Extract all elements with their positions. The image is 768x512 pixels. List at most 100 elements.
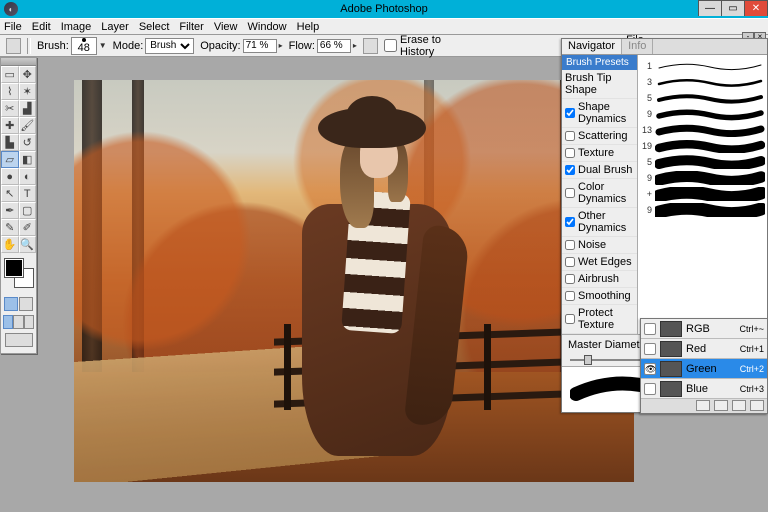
brush-preset-row[interactable]: 9 <box>640 106 765 122</box>
menu-bar: File Edit Image Layer Select Filter View… <box>0 18 768 35</box>
eyedropper-tool[interactable]: ✐ <box>19 219 37 236</box>
menu-select[interactable]: Select <box>139 21 170 33</box>
brush-preset-row[interactable]: 5 <box>640 154 765 170</box>
delete-channel-icon[interactable] <box>750 400 764 411</box>
screen-full-menu-icon[interactable] <box>13 315 23 329</box>
brush-preview-list[interactable]: 1359131959+9 <box>638 55 767 334</box>
tool-preset-icon[interactable] <box>6 38 21 54</box>
document-canvas[interactable] <box>74 80 634 482</box>
screen-standard-icon[interactable] <box>3 315 13 329</box>
channel-green[interactable]: 👁GreenCtrl+2 <box>641 359 767 379</box>
new-channel-icon[interactable] <box>732 400 746 411</box>
erase-history-checkbox[interactable] <box>384 39 397 52</box>
menu-help[interactable]: Help <box>297 21 320 33</box>
menu-window[interactable]: Window <box>248 21 287 33</box>
stamp-tool[interactable]: ▙ <box>1 134 19 151</box>
maximize-button[interactable]: ▭ <box>721 0 745 16</box>
visibility-icon[interactable] <box>644 383 656 395</box>
brush-option-smoothing[interactable]: Smoothing <box>562 288 637 305</box>
channel-thumb <box>660 361 682 377</box>
wand-tool[interactable]: ✶ <box>19 83 37 100</box>
brush-option-color-dynamics[interactable]: Color Dynamics <box>562 179 637 208</box>
zoom-tool[interactable]: 🔍 <box>19 236 37 253</box>
brush-settings-list: Brush Presets Brush Tip Shape Shape Dyna… <box>562 55 638 334</box>
toolbox-grip[interactable] <box>1 58 36 66</box>
blur-tool[interactable]: ● <box>1 168 19 185</box>
slice-tool[interactable]: ▟ <box>19 100 37 117</box>
master-diameter-label: Master Diameter <box>568 339 649 351</box>
channel-rgb[interactable]: RGBCtrl+~ <box>641 319 767 339</box>
visibility-icon[interactable] <box>644 343 656 355</box>
tab-navigator[interactable]: Navigator <box>562 39 622 54</box>
brush-option-protect-texture[interactable]: Protect Texture <box>562 305 637 334</box>
brush-option-shape-dynamics[interactable]: Shape Dynamics <box>562 99 637 128</box>
chevron-right-icon[interactable]: ▸ <box>279 41 283 50</box>
gradient-tool[interactable]: ◧ <box>19 151 37 168</box>
menu-filter[interactable]: Filter <box>179 21 203 33</box>
move-tool[interactable]: ✥ <box>19 66 37 83</box>
brush-option-texture[interactable]: Texture <box>562 145 637 162</box>
pen-tool[interactable]: ✒ <box>1 202 19 219</box>
minimize-button[interactable]: — <box>698 0 722 16</box>
brush-preset-row[interactable]: + <box>640 186 765 202</box>
foreground-color[interactable] <box>5 259 23 277</box>
quickmask-mode-icon[interactable] <box>19 297 33 311</box>
lasso-tool[interactable]: ⌇ <box>1 83 19 100</box>
mode-select[interactable]: Brush <box>145 38 194 54</box>
opacity-input[interactable] <box>243 39 277 53</box>
visibility-icon[interactable] <box>644 323 656 335</box>
dodge-tool[interactable]: ◐ <box>19 168 37 185</box>
brush-option-airbrush[interactable]: Airbrush <box>562 271 637 288</box>
menu-file[interactable]: File <box>4 21 22 33</box>
airbrush-icon[interactable] <box>363 38 378 54</box>
eraser-tool[interactable]: ▱ <box>1 151 19 168</box>
flow-input[interactable] <box>317 39 351 53</box>
channel-thumb <box>660 381 682 397</box>
hand-tool[interactable]: ✋ <box>1 236 19 253</box>
brush-preset-row[interactable]: 3 <box>640 74 765 90</box>
save-selection-icon[interactable] <box>714 400 728 411</box>
screen-full-icon[interactable] <box>24 315 34 329</box>
channel-thumb <box>660 341 682 357</box>
brush-preset-row[interactable]: 5 <box>640 90 765 106</box>
brush-presets-header[interactable]: Brush Presets <box>562 55 637 70</box>
brush-option-noise[interactable]: Noise <box>562 237 637 254</box>
channels-palette: RGBCtrl+~RedCtrl+1👁GreenCtrl+2BlueCtrl+3 <box>640 318 768 414</box>
history-brush-tool[interactable]: ↺ <box>19 134 37 151</box>
menu-view[interactable]: View <box>214 21 238 33</box>
type-tool[interactable]: T <box>19 185 37 202</box>
chevron-down-icon[interactable]: ▼ <box>99 41 107 50</box>
channel-red[interactable]: RedCtrl+1 <box>641 339 767 359</box>
brush-tool[interactable]: 🖌 <box>19 117 37 134</box>
marquee-tool[interactable]: ▭ <box>1 66 19 83</box>
menu-edit[interactable]: Edit <box>32 21 51 33</box>
brush-preset-picker[interactable]: 48 <box>71 37 97 55</box>
notes-tool[interactable]: ✎ <box>1 219 19 236</box>
brush-tip-shape[interactable]: Brush Tip Shape <box>562 70 637 99</box>
brush-preset-row[interactable]: 1 <box>640 58 765 74</box>
brush-preset-row[interactable]: 9 <box>640 202 765 218</box>
close-button[interactable]: ✕ <box>744 0 768 16</box>
heal-tool[interactable]: ✚ <box>1 117 19 134</box>
app-logo-icon: ◐ <box>4 2 18 16</box>
brush-option-other-dynamics[interactable]: Other Dynamics <box>562 208 637 237</box>
jump-imageready-icon[interactable] <box>5 333 33 347</box>
path-tool[interactable]: ↖ <box>1 185 19 202</box>
brush-option-wet-edges[interactable]: Wet Edges <box>562 254 637 271</box>
chevron-right-icon[interactable]: ▸ <box>353 41 357 50</box>
channel-blue[interactable]: BlueCtrl+3 <box>641 379 767 399</box>
channel-to-selection-icon[interactable] <box>696 400 710 411</box>
standard-mode-icon[interactable] <box>4 297 18 311</box>
brush-preset-row[interactable]: 9 <box>640 170 765 186</box>
shape-tool[interactable]: ▢ <box>19 202 37 219</box>
brush-preset-row[interactable]: 13 <box>640 122 765 138</box>
menu-layer[interactable]: Layer <box>101 21 129 33</box>
color-swatches[interactable] <box>3 257 34 291</box>
brush-option-scattering[interactable]: Scattering <box>562 128 637 145</box>
brush-option-dual-brush[interactable]: Dual Brush <box>562 162 637 179</box>
visibility-icon[interactable]: 👁 <box>644 363 656 375</box>
crop-tool[interactable]: ✂ <box>1 100 19 117</box>
brush-preset-row[interactable]: 19 <box>640 138 765 154</box>
menu-image[interactable]: Image <box>61 21 92 33</box>
tab-info[interactable]: Info <box>622 39 653 54</box>
